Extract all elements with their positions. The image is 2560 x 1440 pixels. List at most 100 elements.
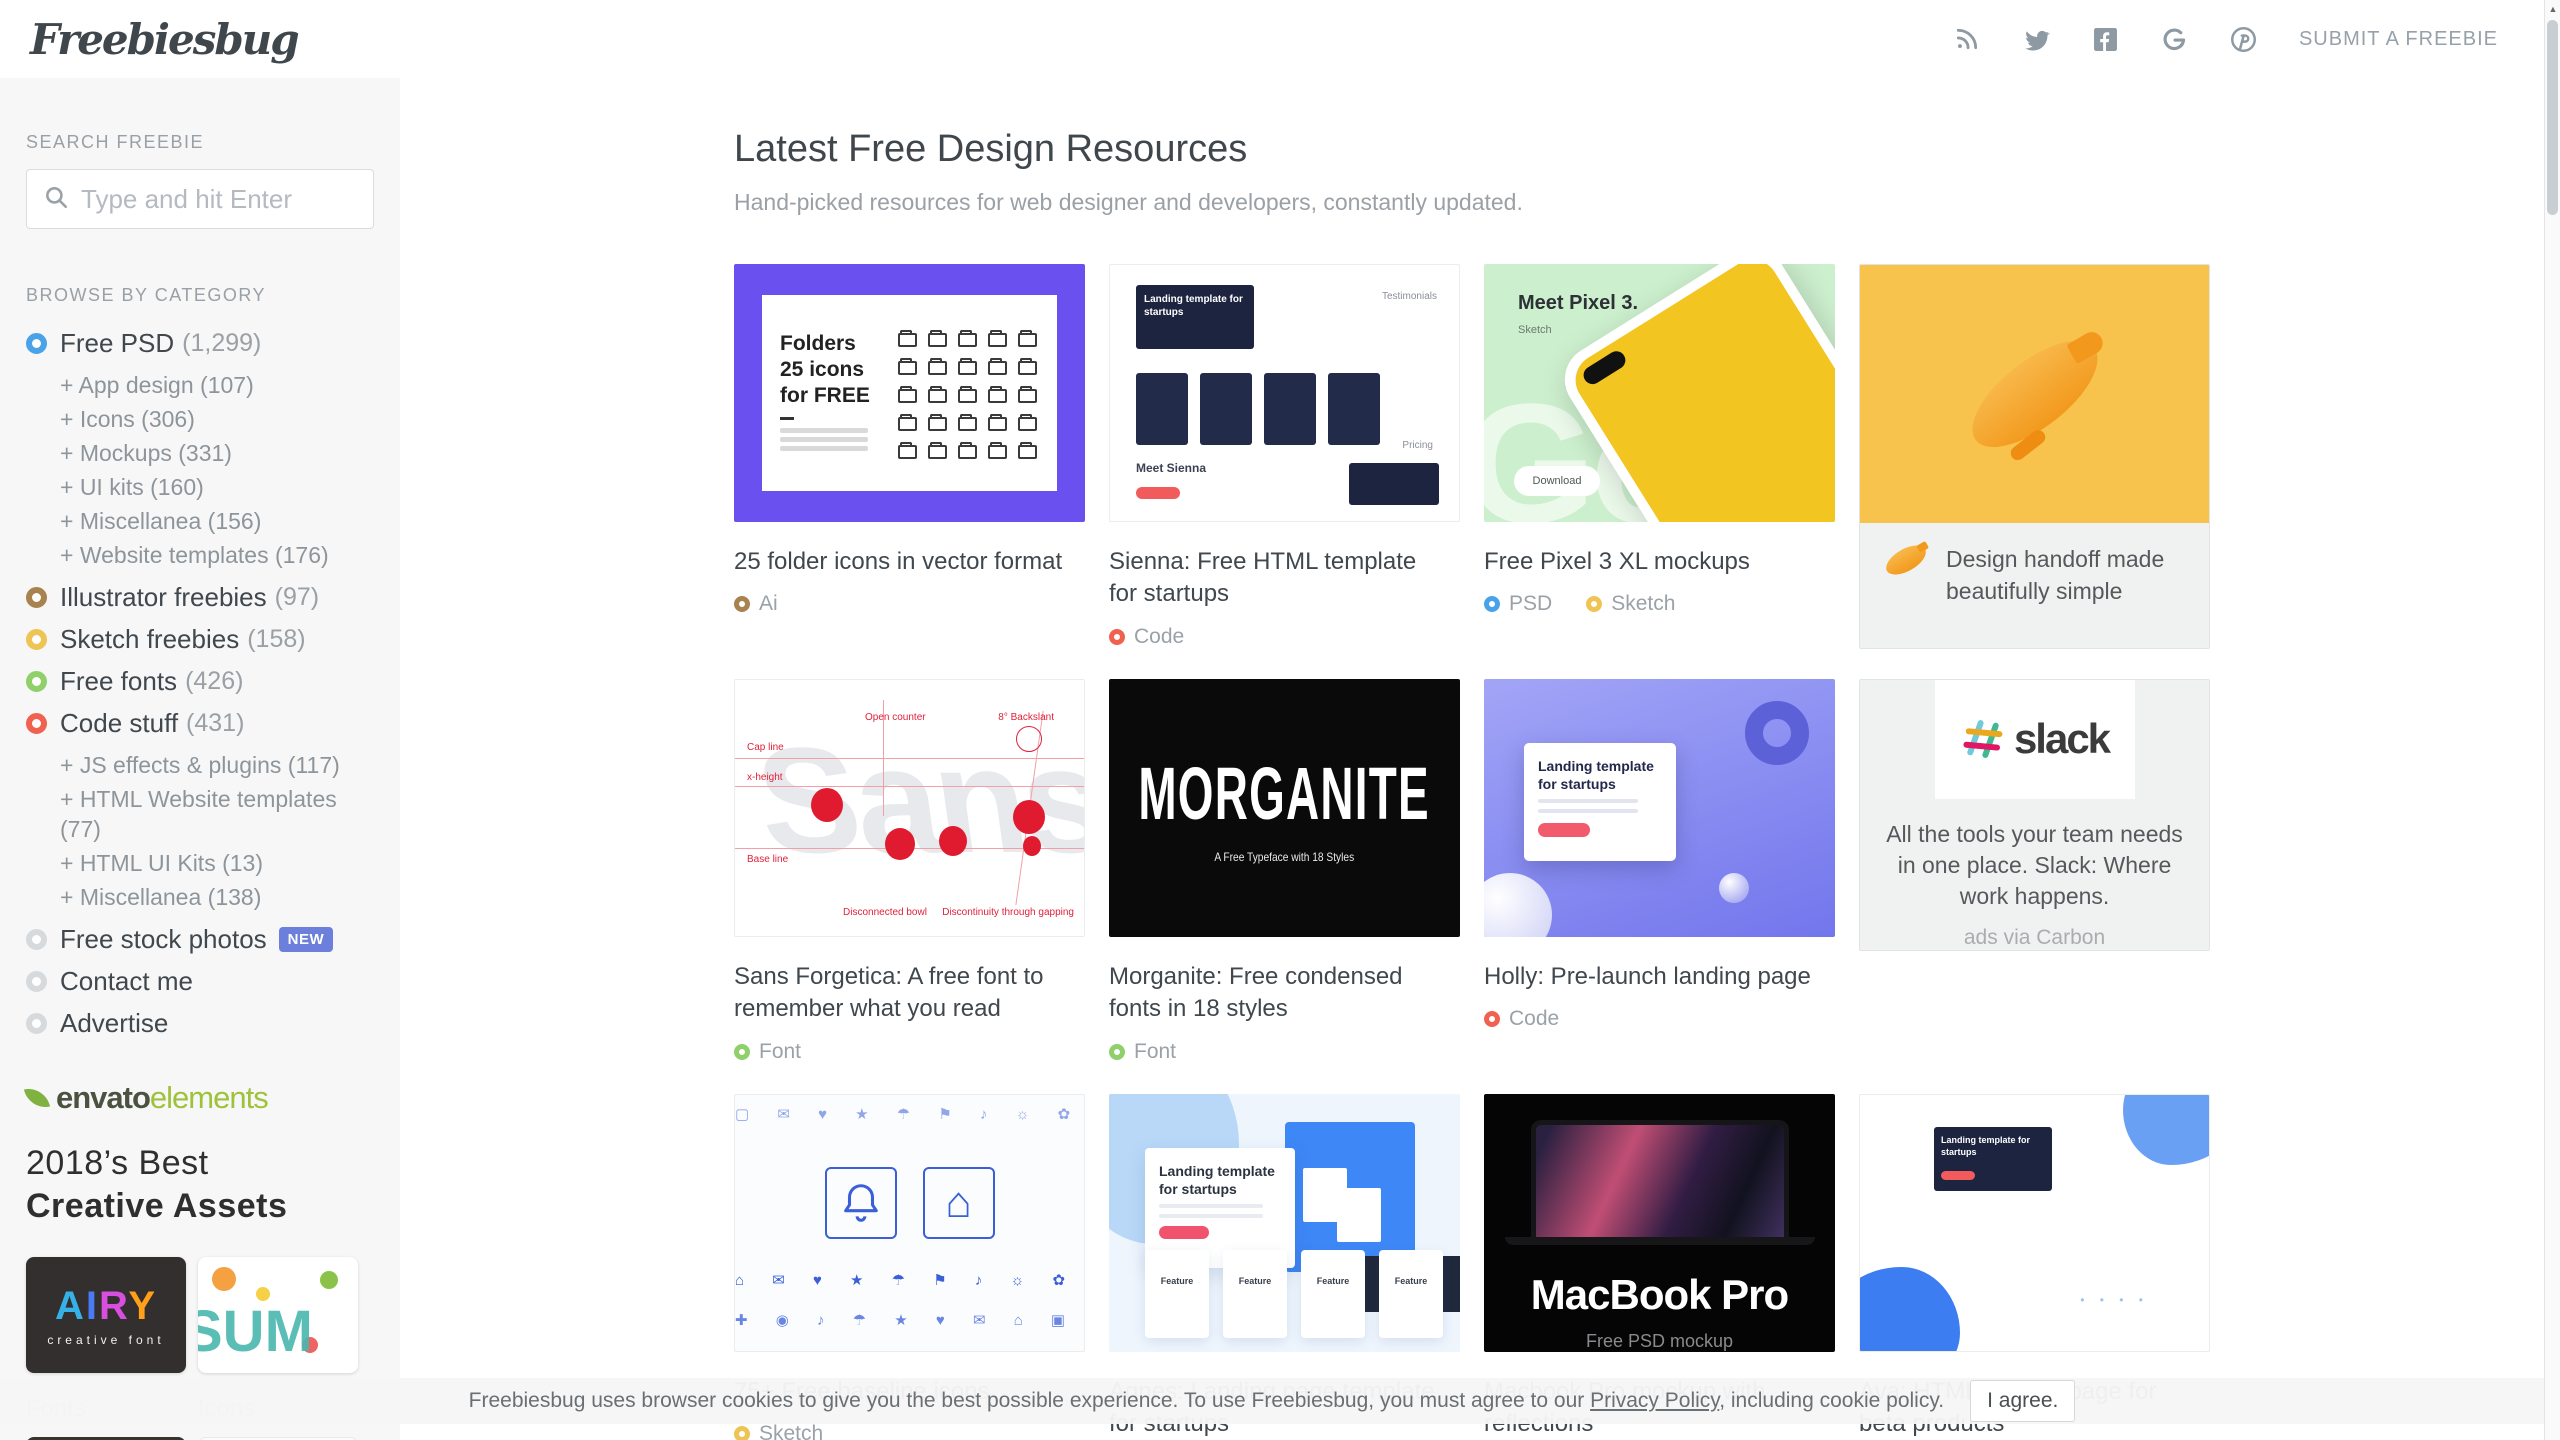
icon-strip: ✚ ◉ ♪ ☂ ★ ♥ ✉ ⌂ ▣ ✿ ☼ ⚑ <box>735 1311 1084 1329</box>
summer-icons-thumbnail[interactable]: SUM <box>198 1257 358 1373</box>
sienna-label: Testimonials <box>1382 291 1437 302</box>
category-bullet-icon <box>26 971 47 992</box>
category-tag[interactable]: Font <box>1109 1040 1176 1064</box>
morganite-subtitle: A Free Typeface with 18 Styles <box>1215 850 1355 864</box>
category-bullet-icon <box>26 671 47 692</box>
summer-word: SUM <box>198 1298 313 1365</box>
category-tag[interactable]: Code <box>1109 625 1184 649</box>
ad-image[interactable] <box>1860 265 2209 523</box>
folder-icon <box>988 389 1007 403</box>
category-tag[interactable]: Ai <box>734 592 778 616</box>
category-item[interactable]: Illustrator freebies(97) <box>26 582 374 612</box>
annotation-label: Open counter <box>865 712 926 723</box>
search-input[interactable] <box>81 184 357 215</box>
folder-icon <box>1018 417 1037 431</box>
slack-logo[interactable]: slack <box>1935 680 2135 799</box>
download-pill: Download <box>1514 466 1600 496</box>
airy-font-thumbnail[interactable]: AIRY creative font <box>26 1257 186 1373</box>
search-freebie-label: SEARCH FREEBIE <box>26 132 374 153</box>
carbon-ad-card[interactable]: slack All the tools your team needs in o… <box>1859 679 2210 951</box>
card-preview[interactable]: Landing template for startups • • • • <box>1859 1094 2210 1352</box>
card-preview[interactable]: Folders 25 icons for FREE <box>734 264 1085 522</box>
folder-icon <box>988 417 1007 431</box>
card-preview[interactable]: MORGANITE A Free Typeface with 18 Styles <box>1109 679 1460 937</box>
scrollbar-thumb[interactable] <box>2547 20 2558 215</box>
category-item[interactable]: Advertise <box>26 1008 374 1038</box>
cookie-text: Freebiesbug uses browser cookies to give… <box>469 1389 1944 1413</box>
category-item[interactable]: Sketch freebies(158) <box>26 624 374 654</box>
resource-card: Landing template for startups Testimonia… <box>1109 264 1460 649</box>
facebook-icon[interactable] <box>2092 26 2119 53</box>
card-title[interactable]: Sans Forgetica: A free font to remember … <box>734 961 1064 1026</box>
folder-icon <box>928 361 947 375</box>
category-tag[interactable]: Sketch <box>1586 592 1675 616</box>
card-title[interactable]: Sienna: Free HTML template for startups <box>1109 546 1439 611</box>
annotation-label: Cap line <box>747 742 784 753</box>
ads-via-carbon-label[interactable]: ads via Carbon <box>1964 926 2105 950</box>
card-preview[interactable]: Googl Meet Pixel 3. Sketch Download <box>1484 264 1835 522</box>
zeppelin-illustration <box>1955 322 2114 466</box>
google-icon[interactable] <box>2161 26 2188 53</box>
category-subitem[interactable]: + Mockups (331) <box>60 438 374 468</box>
card-preview[interactable]: Landing template for startups <box>1484 679 1835 937</box>
category-subitem[interactable]: + Miscellanea (138) <box>60 882 374 912</box>
card-preview[interactable]: Landing template for startups FeatureFea… <box>1109 1094 1460 1352</box>
search-box[interactable] <box>26 169 374 229</box>
tag-bullet-icon <box>734 1044 750 1060</box>
resource-card: Landing template for startups Holly: Pre… <box>1484 679 1835 1064</box>
category-item[interactable]: Code stuff(431) <box>26 708 374 738</box>
category-tag[interactable]: Code <box>1484 1007 1559 1031</box>
category-item[interactable]: Free PSD(1,299) <box>26 328 374 358</box>
cookie-agree-button[interactable]: I agree. <box>1970 1380 2075 1422</box>
category-count: (1,299) <box>182 329 261 358</box>
folder-icon <box>958 417 977 431</box>
tag-label: Sketch <box>759 1422 823 1440</box>
category-subitem[interactable]: + App design (107) <box>60 370 374 400</box>
card-preview[interactable]: MacBook Pro Free PSD mockup <box>1484 1094 1835 1352</box>
category-tag[interactable]: Sketch <box>734 1422 823 1440</box>
card-title[interactable]: Holly: Pre-launch landing page <box>1484 961 1814 993</box>
carbon-ad-card[interactable]: Design handoff made beautifully simple <box>1859 264 2210 649</box>
scrollbar-up-arrow-icon[interactable]: ▲ <box>2545 0 2560 17</box>
card-preview[interactable]: Sans Open counter 8° Backslant Cap line … <box>734 679 1085 937</box>
folder-icon <box>928 445 947 459</box>
ad-text[interactable]: All the tools your team needs in one pla… <box>1875 819 2195 912</box>
category-subitem[interactable]: + HTML Website templates (77) <box>60 784 374 844</box>
card-title[interactable]: 25 folder icons in vector format <box>734 546 1064 578</box>
card-preview[interactable]: ▢ ✉ ♥ ★ ☂ ⚑ ♪ ☼ ✿ ✚ ◉ ▣ ⌂ ⌂ ✉ ♥ ★ ☂ ⚑ ♪ … <box>734 1094 1085 1352</box>
sienna-footer-box <box>1349 463 1439 505</box>
twitter-icon[interactable] <box>2023 26 2050 53</box>
privacy-policy-link[interactable]: Privacy Policy <box>1590 1389 1719 1412</box>
folder-icon <box>988 445 1007 459</box>
category-subitem[interactable]: + Website templates (176) <box>60 540 374 570</box>
category-item[interactable]: Contact me <box>26 966 374 996</box>
ad-text[interactable]: Design handoff made beautifully simple <box>1946 543 2185 607</box>
scrollbar[interactable]: ▲ <box>2544 0 2560 1440</box>
divider <box>780 417 794 420</box>
category-bullet-icon <box>26 629 47 650</box>
category-subitem[interactable]: + HTML UI Kits (13) <box>60 848 374 878</box>
card-title[interactable]: Morganite: Free condensed fonts in 18 st… <box>1109 961 1439 1026</box>
category-label: Code stuff <box>60 708 178 739</box>
macbook-subtitle: Free PSD mockup <box>1586 1331 1733 1352</box>
sun-doodle-icon <box>212 1267 236 1291</box>
slack-wordmark: slack <box>2014 715 2109 763</box>
airy-letter: A <box>55 1284 86 1328</box>
category-item[interactable]: Free stock photosNEW <box>26 924 374 954</box>
category-subitem[interactable]: + Miscellanea (156) <box>60 506 374 536</box>
rss-icon[interactable] <box>1954 26 1981 53</box>
pinterest-icon[interactable] <box>2230 26 2257 53</box>
category-subitem[interactable]: + UI kits (160) <box>60 472 374 502</box>
card-preview[interactable]: Landing template for startups Testimonia… <box>1109 264 1460 522</box>
card-title[interactable]: Free Pixel 3 XL mockups <box>1484 546 1814 578</box>
category-tag[interactable]: Font <box>734 1040 801 1064</box>
annotation-label: x-height <box>747 772 783 783</box>
category-item[interactable]: Free fonts(426) <box>26 666 374 696</box>
page-subtitle: Hand-picked resources for web designer a… <box>734 189 2210 216</box>
site-logo[interactable]: Freebiesbug <box>30 15 298 64</box>
category-subitem[interactable]: + JS effects & plugins (117) <box>60 750 374 780</box>
category-tag[interactable]: PSD <box>1484 592 1552 616</box>
tag-label: PSD <box>1509 592 1552 616</box>
submit-freebie-link[interactable]: SUBMIT A FREEBIE <box>2299 28 2498 51</box>
category-subitem[interactable]: + Icons (306) <box>60 404 374 434</box>
